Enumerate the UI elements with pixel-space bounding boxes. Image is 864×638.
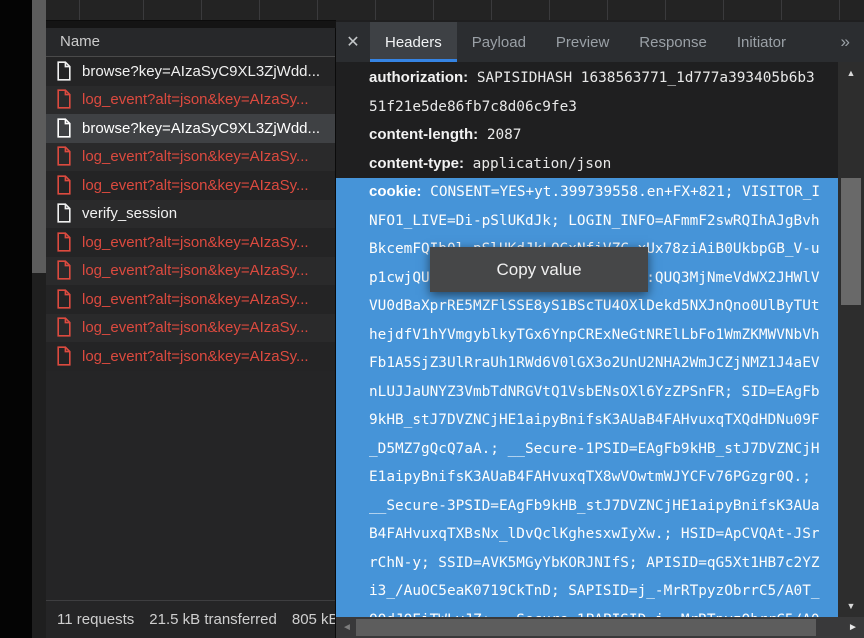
- file-icon: [56, 203, 72, 224]
- cookie-line: QOdJQEiTWLvJZ; __Secure-1PAPISID=j_-MrRT…: [336, 606, 838, 618]
- header-key: content-type:: [369, 155, 464, 172]
- cookie-line: __Secure-3PSID=EAgFb9kHB_stJ7DVZNCjHE1ai…: [336, 492, 838, 521]
- network-status-bar: 11 requests 21.5 kB transferred 805 kB: [46, 600, 336, 638]
- name-column-header[interactable]: Name: [46, 28, 335, 57]
- cookie-line: _D5MZ7gQcQ7aA.; __Secure-1PSID=EAgFb9kHB…: [336, 435, 838, 464]
- cookie-line: i3_/AuOC5eaK0719CkTnD; SAPISID=j_-MrRTpy…: [336, 577, 838, 606]
- file-icon: [56, 232, 72, 253]
- file-icon: [56, 289, 72, 310]
- request-row[interactable]: log_event?alt=json&key=AIzaSy...: [46, 314, 335, 343]
- header-line[interactable]: content-length: 2087: [336, 121, 838, 150]
- more-tabs-icon[interactable]: »: [827, 22, 864, 62]
- tab-payload[interactable]: Payload: [457, 22, 541, 62]
- tab-response[interactable]: Response: [624, 22, 722, 62]
- file-icon: [56, 260, 72, 281]
- network-table-header-strip: [46, 0, 864, 21]
- header-line[interactable]: 51f21e5de86fb7c8d06c9fe3: [336, 93, 838, 122]
- request-count: 11 requests: [57, 611, 134, 628]
- resources-size: 805 kB: [292, 611, 336, 628]
- request-name: log_event?alt=json&key=AIzaSy...: [82, 234, 309, 251]
- tab-headers[interactable]: Headers: [370, 22, 457, 62]
- request-name: log_event?alt=json&key=AIzaSy...: [82, 148, 309, 165]
- detail-tab-bar: ✕ Headers Payload Preview Response Initi…: [336, 22, 864, 62]
- cookie-header-selected[interactable]: cookie: CONSENT=YES+yt.399739558.en+FX+8…: [336, 178, 838, 617]
- headers-content: authorization: SAPISIDHASH 1638563771_1d…: [336, 62, 838, 617]
- request-list-panel: Name browse?key=AIzaSyC9XL3ZjWdd... log_…: [46, 28, 336, 638]
- detail-horizontal-scrollbar[interactable]: ◄ ►: [336, 617, 864, 638]
- header-value: application/json: [464, 156, 611, 172]
- detail-vertical-scrollbar[interactable]: ▲ ▼: [838, 62, 864, 617]
- file-icon: [56, 317, 72, 338]
- request-row[interactable]: log_event?alt=json&key=AIzaSy...: [46, 86, 335, 115]
- tab-label: Headers: [385, 34, 442, 51]
- cookie-line: E1aipyBnifsK3AUaB4FAHvuxqTX8wVOwtmWJYCFv…: [336, 463, 838, 492]
- scroll-left-icon[interactable]: ◄: [338, 617, 356, 638]
- tab-initiator[interactable]: Initiator: [722, 22, 801, 62]
- file-icon: [56, 61, 72, 82]
- request-row-selected[interactable]: browse?key=AIzaSyC9XL3ZjWdd...: [46, 114, 335, 143]
- header-key: authorization:: [369, 69, 468, 86]
- context-menu: Copy value: [430, 247, 648, 292]
- request-name: log_event?alt=json&key=AIzaSy...: [82, 348, 309, 365]
- request-row[interactable]: log_event?alt=json&key=AIzaSy...: [46, 342, 335, 371]
- tab-label: Response: [639, 34, 707, 51]
- page-scrollbar-thumb[interactable]: [32, 0, 46, 273]
- cookie-value: CONSENT=YES+yt.399739558.en+FX+821; VISI…: [422, 184, 821, 200]
- devtools-network-panel: Name browse?key=AIzaSyC9XL3ZjWdd... log_…: [0, 0, 864, 638]
- cookie-line: VU0dBaXprRE5MZFlSSE8yS1BScTU4OXlDekd5NXJ…: [336, 292, 838, 321]
- file-icon: [56, 118, 72, 139]
- request-name: browse?key=AIzaSyC9XL3ZjWdd...: [82, 120, 320, 137]
- request-list: browse?key=AIzaSyC9XL3ZjWdd... log_event…: [46, 57, 335, 371]
- request-name: browse?key=AIzaSyC9XL3ZjWdd...: [82, 63, 320, 80]
- cookie-line: nLUJJaUNYZ3VmbTdNRGVtQ1VsbENsOXl6YzZPSnF…: [336, 378, 838, 407]
- request-row[interactable]: log_event?alt=json&key=AIzaSy...: [46, 285, 335, 314]
- request-name: log_event?alt=json&key=AIzaSy...: [82, 319, 309, 336]
- request-row[interactable]: log_event?alt=json&key=AIzaSy...: [46, 143, 335, 172]
- header-value: 51f21e5de86fb7c8d06c9fe3: [369, 99, 577, 115]
- request-row[interactable]: verify_session: [46, 200, 335, 229]
- file-icon: [56, 346, 72, 367]
- scroll-right-icon[interactable]: ►: [844, 617, 862, 638]
- request-row[interactable]: browse?key=AIzaSyC9XL3ZjWdd...: [46, 57, 335, 86]
- header-key: cookie:: [369, 183, 422, 200]
- tab-label: Preview: [556, 34, 609, 51]
- transferred-size: 21.5 kB transferred: [149, 611, 277, 628]
- scroll-up-icon[interactable]: ▲: [838, 64, 864, 82]
- cookie-line: cookie: CONSENT=YES+yt.399739558.en+FX+8…: [336, 178, 838, 207]
- page-background: [0, 0, 32, 638]
- cookie-line: B4FAHvuxqTXBsNx_lDvQclKghesxwIyXw.; HSID…: [336, 520, 838, 549]
- request-name: verify_session: [82, 205, 177, 222]
- request-row[interactable]: log_event?alt=json&key=AIzaSy...: [46, 257, 335, 286]
- tab-preview[interactable]: Preview: [541, 22, 624, 62]
- tab-label: Initiator: [737, 34, 786, 51]
- scroll-down-icon[interactable]: ▼: [838, 597, 864, 615]
- header-key: content-length:: [369, 126, 478, 143]
- header-line[interactable]: authorization: SAPISIDHASH 1638563771_1d…: [336, 64, 838, 93]
- horizontal-scrollbar-thumb[interactable]: [356, 619, 816, 636]
- header-line[interactable]: content-type: application/json: [336, 150, 838, 179]
- cookie-line: NFO1_LIVE=Di-pSlUKdJk; LOGIN_INFO=AFmmF2…: [336, 207, 838, 236]
- cookie-line: 9kHB_stJ7DVZNCjHE1aipyBnifsK3AUaB4FAHvux…: [336, 406, 838, 435]
- header-value: SAPISIDHASH 1638563771_1d777a393405b6b3: [468, 70, 815, 86]
- request-row[interactable]: log_event?alt=json&key=AIzaSy...: [46, 171, 335, 200]
- file-icon: [56, 89, 72, 110]
- page-scrollbar[interactable]: [32, 0, 46, 638]
- request-detail-panel: ✕ Headers Payload Preview Response Initi…: [336, 20, 864, 638]
- request-name: log_event?alt=json&key=AIzaSy...: [82, 262, 309, 279]
- cookie-line: Fb1A5SjZ3UlRraUh1RWd6V0lGX3o2UnU2NHA2WmJ…: [336, 349, 838, 378]
- request-name: log_event?alt=json&key=AIzaSy...: [82, 291, 309, 308]
- header-value: 2087: [478, 127, 521, 143]
- file-icon: [56, 146, 72, 167]
- close-icon[interactable]: ✕: [336, 22, 370, 62]
- request-name: log_event?alt=json&key=AIzaSy...: [82, 177, 309, 194]
- cookie-line: hejdfV1hYVmgyblkyTGx6YnpCRExNeGtNRElLbFo…: [336, 321, 838, 350]
- cookie-line: rChN-y; SSID=AVK5MGyYbKORJNIfS; APISID=q…: [336, 549, 838, 578]
- vertical-scrollbar-thumb[interactable]: [841, 178, 861, 305]
- tab-label: Payload: [472, 34, 526, 51]
- file-icon: [56, 175, 72, 196]
- request-row[interactable]: log_event?alt=json&key=AIzaSy...: [46, 228, 335, 257]
- request-name: log_event?alt=json&key=AIzaSy...: [82, 91, 309, 108]
- context-menu-item-copy-value[interactable]: Copy value: [496, 260, 581, 280]
